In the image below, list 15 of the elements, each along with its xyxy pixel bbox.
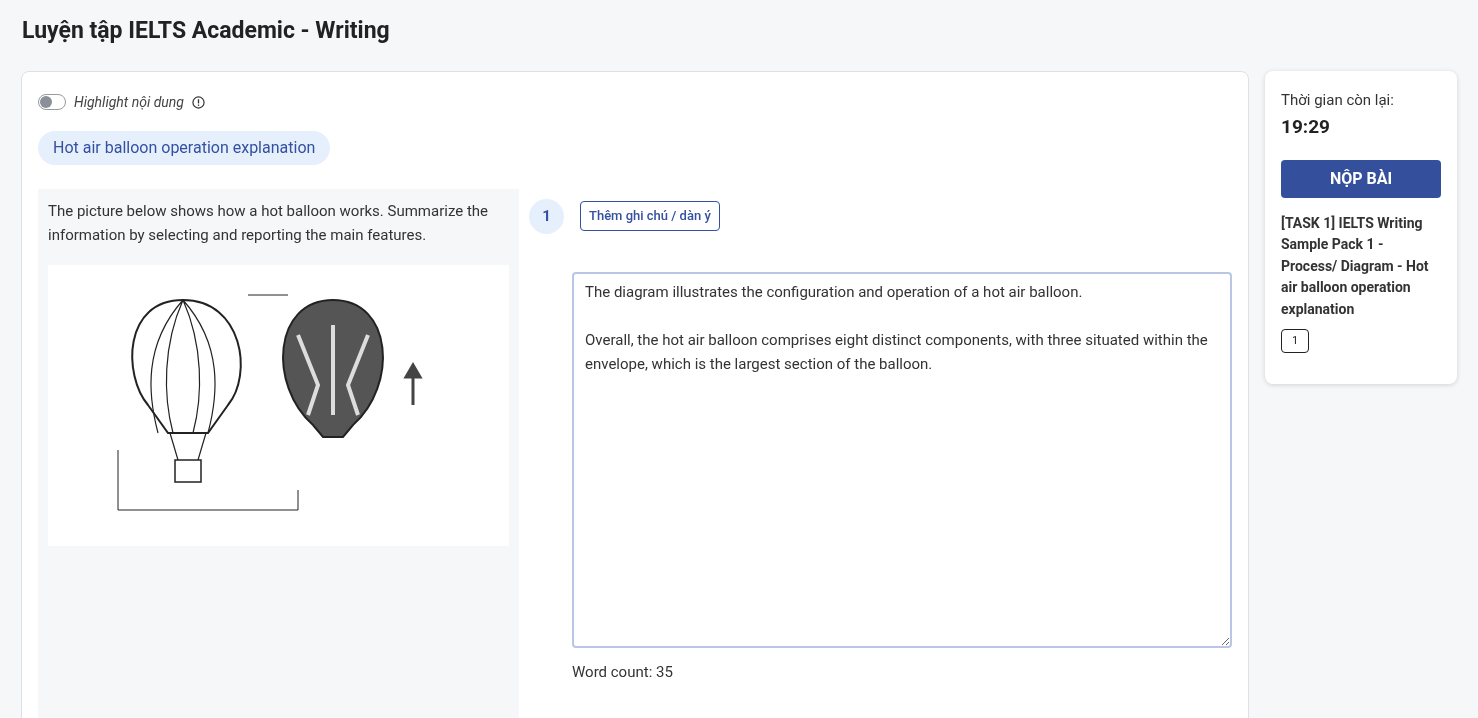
highlight-label: Highlight nội dung — [74, 92, 184, 112]
page-title: Luyện tập IELTS Academic - Writing — [22, 16, 391, 46]
prompt-text: The picture below shows how a hot balloon works. Summarize the information by selecting and reporting the main features. — [48, 200, 490, 246]
task-title: [TASK 1] IELTS Writing Sample Pack 1 - Process/ Diagram - Hot air balloon operation explanation — [1281, 213, 1430, 319]
timer-value: 19:29 — [1281, 114, 1331, 140]
timer-label: Thời gian còn lại: — [1281, 89, 1395, 111]
question-number-button[interactable]: 1 — [1281, 329, 1309, 353]
question-number: 1 — [529, 198, 564, 234]
answer-field[interactable]: The diagram illustrates the configuration and operation of a hot air balloon. Overall, the hot air balloon comprises eight distinct components, with three situated within the envelope, which is the largest section of the balloon. — [572, 271, 1232, 648]
task-tag: Hot air balloon operation explanation — [38, 130, 331, 165]
add-note-button[interactable]: Thêm ghi chú / dàn ý — [580, 201, 720, 231]
submit-button[interactable]: NỘP BÀI — [1281, 159, 1441, 198]
word-count: Word count: 35 — [572, 661, 674, 683]
info-icon — [191, 95, 205, 109]
highlight-toggle[interactable] — [38, 94, 66, 110]
